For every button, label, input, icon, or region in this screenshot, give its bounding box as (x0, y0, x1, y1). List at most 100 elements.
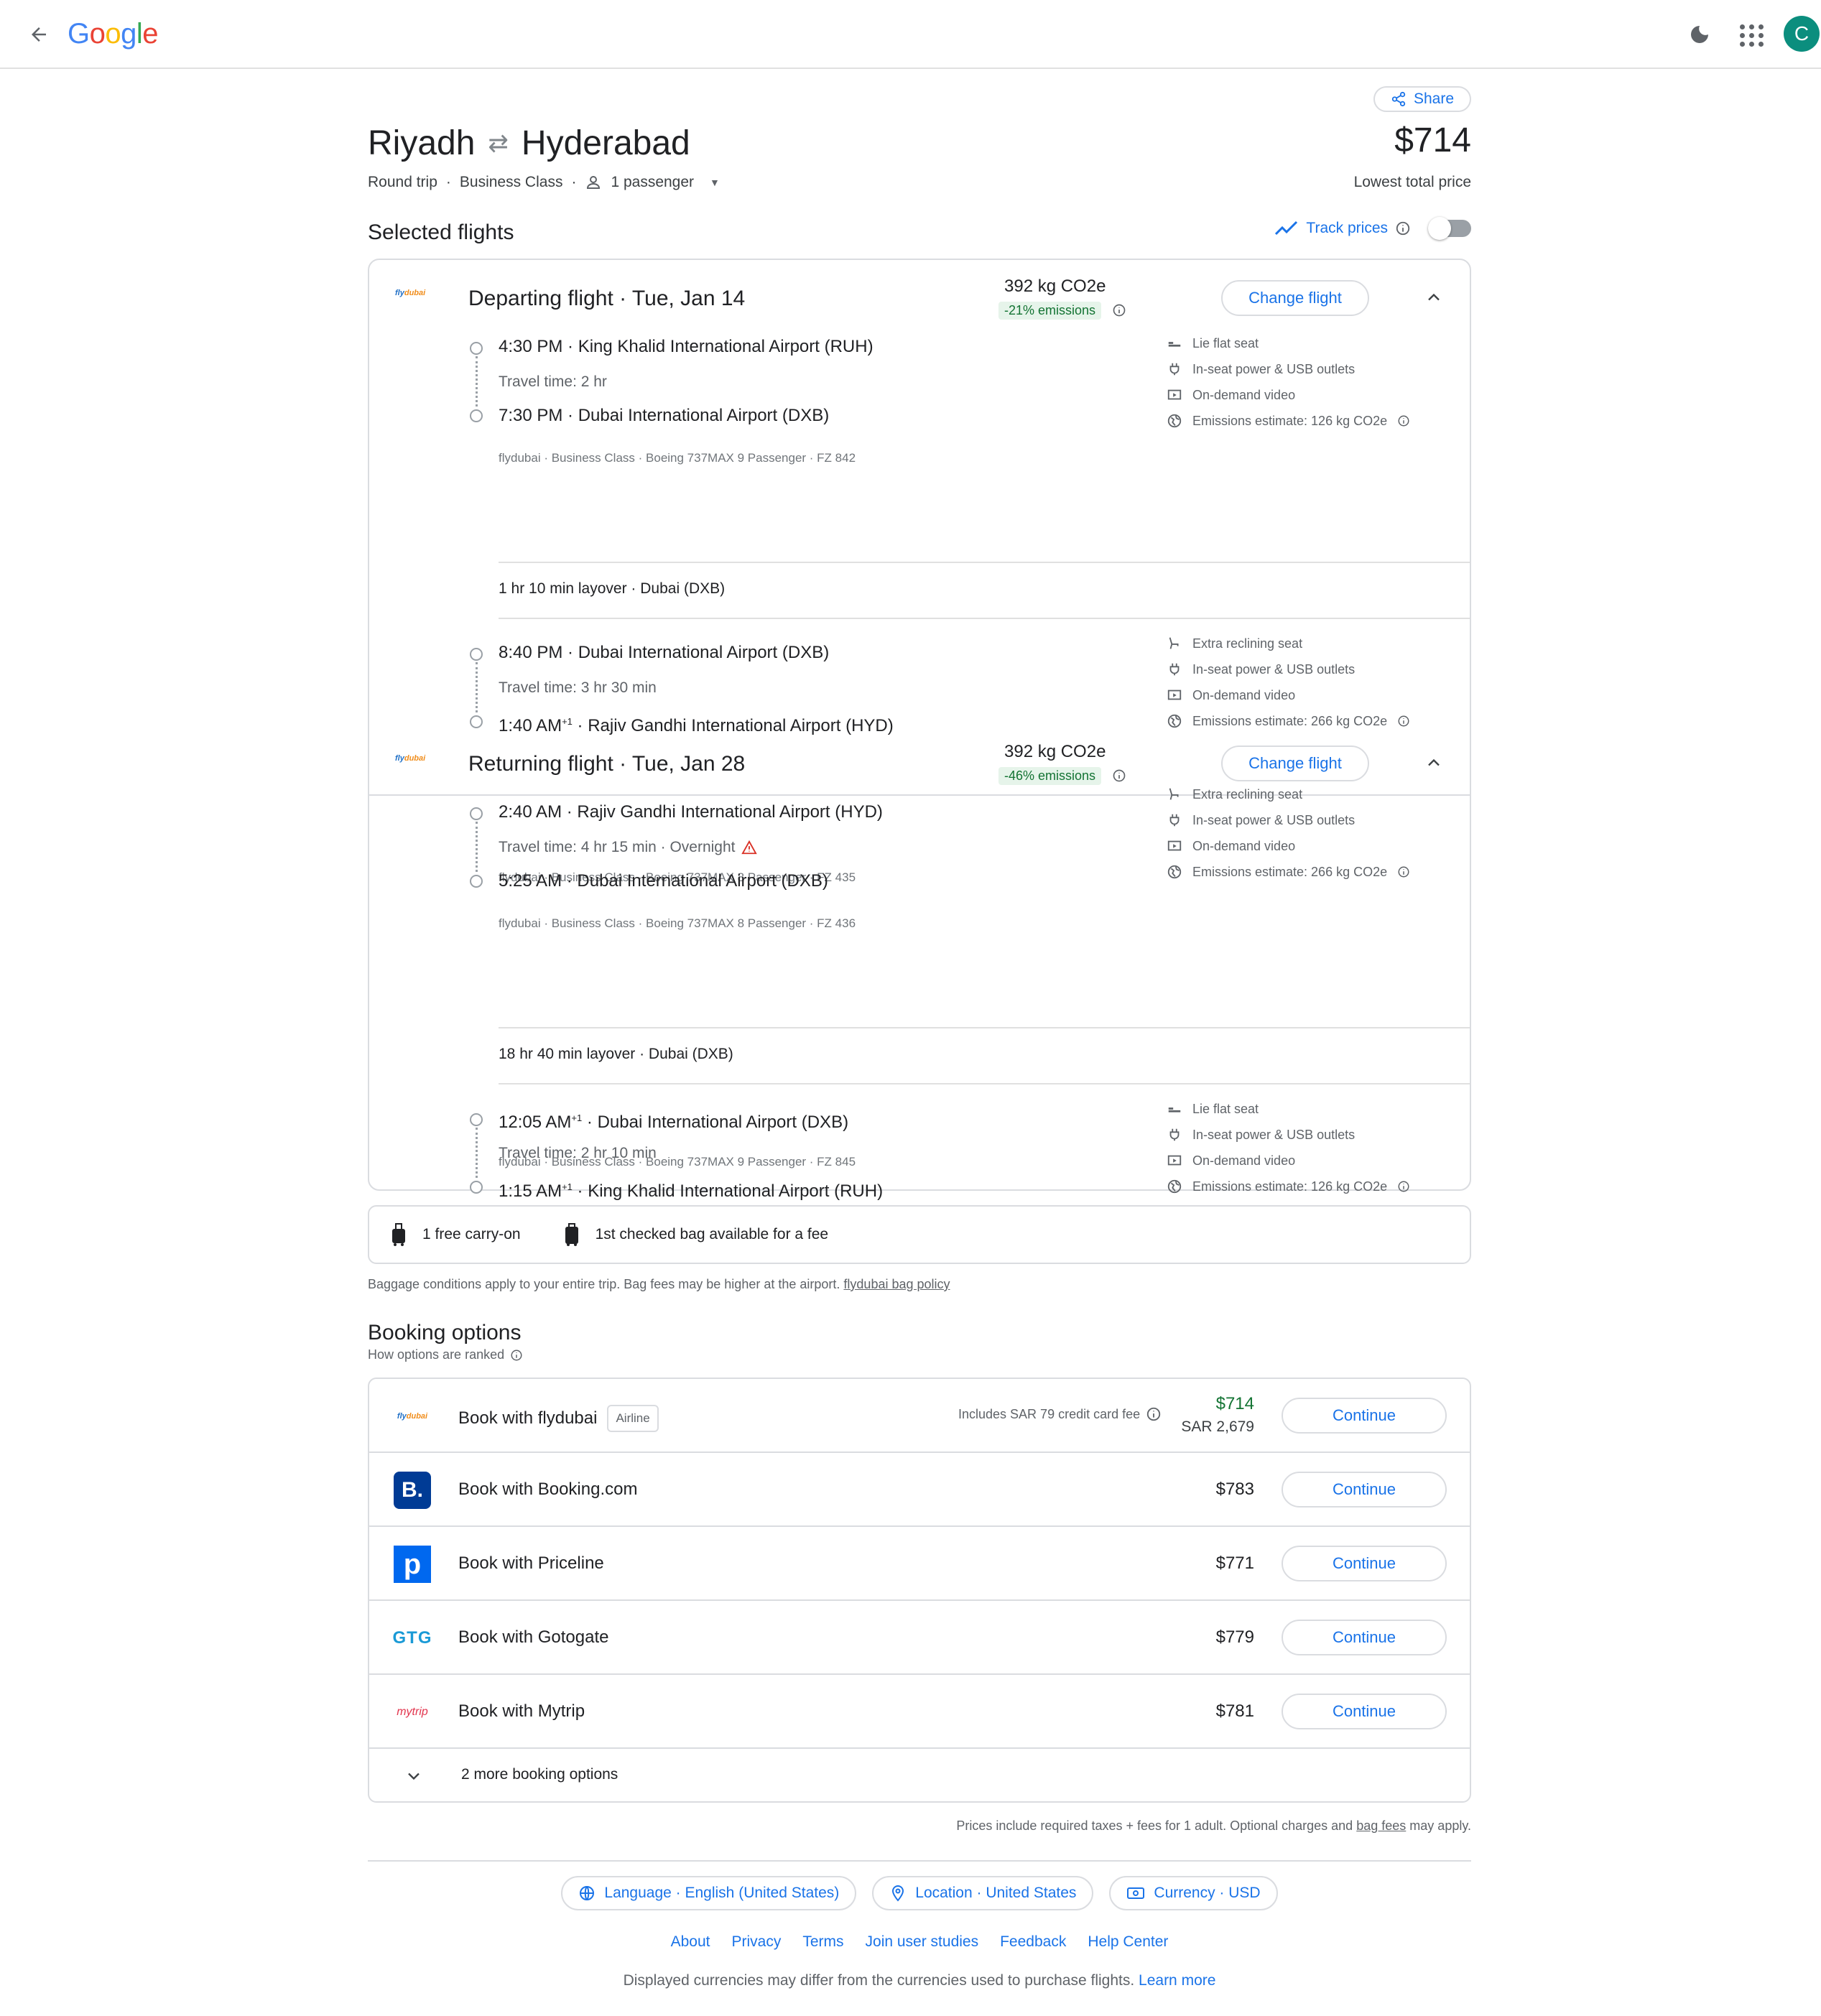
warning-icon (741, 840, 757, 855)
info-icon[interactable] (1112, 768, 1126, 783)
bag-fees-link[interactable]: bag fees (1356, 1818, 1406, 1833)
lowest-price-caption: Lowest total price (1353, 174, 1471, 190)
google-logo[interactable]: Google (68, 16, 159, 52)
change-flight-button[interactable]: Change flight (1221, 745, 1369, 781)
google-apps-grid-icon[interactable] (1737, 22, 1764, 47)
flat-seat-icon (1168, 1107, 1181, 1112)
booking-option[interactable]: mytrip Book with Mytrip $781 Continue (369, 1675, 1470, 1749)
info-icon[interactable] (1146, 1406, 1162, 1422)
returning-flight-header: flydubai Returning flight · Tue, Jan 28 … (369, 725, 1470, 785)
info-icon (511, 1350, 522, 1360)
video-screen-icon (1167, 1155, 1182, 1166)
footer-link-privacy[interactable]: Privacy (731, 1933, 781, 1951)
continue-button[interactable]: Continue (1282, 1546, 1447, 1581)
bag-policy-link[interactable]: flydubai bag policy (843, 1277, 950, 1291)
share-icon (1391, 91, 1406, 107)
booking-price: $771 (1215, 1553, 1254, 1573)
footer-link-about[interactable]: About (671, 1933, 710, 1951)
selected-flights-card: flydubai Departing flight · Tue, Jan 14 … (368, 259, 1471, 1201)
booking-options-heading: Booking options (368, 1321, 522, 1344)
info-icon[interactable] (1397, 414, 1410, 427)
change-flight-button[interactable]: Change flight (1221, 280, 1369, 316)
co2-total: 392 kg CO2e (1004, 742, 1106, 761)
origin-city: Riyadh (368, 124, 476, 162)
amenity: On-demand video (1167, 833, 1454, 859)
destination-city: Hyderabad (521, 124, 690, 162)
reclining-seat-icon (1169, 637, 1179, 649)
amenity: In-seat power & USB outlets (1167, 807, 1454, 833)
leg-title: Returning flight · Tue, Jan 28 (468, 752, 746, 776)
timeline-dot (470, 875, 483, 888)
baggage-note: Baggage conditions apply to your entire … (368, 1277, 950, 1291)
continue-button[interactable]: Continue (1282, 1398, 1447, 1434)
booking-option[interactable]: p Book with Priceline $771 Continue (369, 1527, 1470, 1601)
amenity: Emissions estimate: 126 kg CO2e (1167, 1174, 1454, 1199)
track-prices-label: Track prices (1306, 220, 1388, 236)
continue-button[interactable]: Continue (1282, 1694, 1447, 1729)
info-icon[interactable] (1395, 220, 1411, 236)
power-plug-icon (1169, 663, 1180, 676)
timeline-dot (470, 1181, 483, 1194)
flat-seat-icon (1168, 342, 1181, 347)
amenity: Emissions estimate: 126 kg CO2e (1167, 408, 1454, 434)
gotogate-logo: GTG (392, 1628, 432, 1648)
power-plug-icon (1169, 1128, 1180, 1141)
trending-up-icon (1275, 220, 1298, 236)
chevron-up-icon[interactable] (1424, 753, 1444, 773)
booking-price: $781 (1215, 1701, 1254, 1721)
amenity: In-seat power & USB outlets (1167, 356, 1454, 382)
booking-provider: Book with Mytrip (458, 1701, 585, 1721)
footer-link-terms[interactable]: Terms (802, 1933, 843, 1951)
location-chip[interactable]: Location · United States (872, 1876, 1094, 1910)
departure: 12:05 AM+1 · Dubai International Airport… (499, 1112, 849, 1132)
timeline-dot (470, 409, 483, 422)
info-icon[interactable] (1397, 1180, 1410, 1193)
share-label: Share (1413, 90, 1455, 107)
globe-icon (580, 1886, 595, 1900)
travel-time: Travel time: 3 hr 30 min (499, 679, 657, 696)
track-prices[interactable]: Track prices (1274, 217, 1471, 240)
learn-more-link[interactable]: Learn more (1139, 1972, 1215, 1989)
continue-button[interactable]: Continue (1282, 1620, 1447, 1655)
checked-bag-icon (565, 1223, 578, 1246)
chevron-up-icon[interactable] (1424, 287, 1444, 307)
account-avatar[interactable]: C (1784, 16, 1820, 52)
currency-chip[interactable]: Currency · USD (1109, 1876, 1278, 1910)
more-booking-options[interactable]: 2 more booking options (369, 1749, 1470, 1801)
passenger-selector[interactable]: 1 passenger ▼ (585, 174, 720, 191)
share-button[interactable]: Share (1373, 86, 1471, 112)
trip-summary: Round trip · Business Class · 1 passenge… (368, 174, 720, 191)
language-chip[interactable]: Language · English (United States) (561, 1876, 857, 1910)
amenity: Extra reclining seat (1167, 781, 1454, 807)
priceline-logo: p (394, 1546, 431, 1583)
amenity: In-seat power & USB outlets (1167, 656, 1454, 682)
footer-link-feedback[interactable]: Feedback (1000, 1933, 1066, 1951)
amenities-list: Lie flat seat In-seat power & USB outlet… (1167, 1096, 1454, 1199)
continue-button[interactable]: Continue (1282, 1472, 1447, 1508)
track-prices-toggle[interactable] (1428, 217, 1471, 240)
dark-mode-moon-icon[interactable] (1687, 22, 1713, 47)
footer-link-help-center[interactable]: Help Center (1088, 1933, 1168, 1951)
booking-option[interactable]: B. Book with Booking.com $783 Continue (369, 1453, 1470, 1527)
timeline-dot (470, 648, 483, 661)
mytrip-logo: mytrip (397, 1706, 428, 1718)
flight-segment: 4:30 PM · King Khalid International Airp… (369, 317, 1470, 504)
booking-option[interactable]: flydubai Book with flydubai Airline Incl… (369, 1379, 1470, 1453)
departing-flight-header: flydubai Departing flight · Tue, Jan 14 … (369, 260, 1470, 320)
carry-on-bag-icon (392, 1223, 405, 1246)
info-icon[interactable] (1397, 865, 1410, 878)
location-pin-icon (892, 1885, 904, 1902)
flight-info: flydubai · Business Class · Boeing 737MA… (499, 916, 856, 930)
checked-bag-info: 1st checked bag available for a fee (564, 1223, 828, 1246)
booking-options-list: flydubai Book with flydubai Airline Incl… (368, 1378, 1471, 1803)
amenities-list: Extra reclining seat In-seat power & USB… (1167, 781, 1454, 885)
booking-option[interactable]: GTG Book with Gotogate $779 Continue (369, 1601, 1470, 1675)
info-icon[interactable] (1112, 303, 1126, 317)
footer-link-user-studies[interactable]: Join user studies (866, 1933, 979, 1951)
back-arrow-icon[interactable] (26, 22, 52, 47)
departure: 4:30 PM · King Khalid International Airp… (499, 337, 874, 356)
amenity: On-demand video (1167, 682, 1454, 708)
travel-time: Travel time: 4 hr 15 min · Overnight (499, 837, 757, 858)
ranking-info-link[interactable]: How options are ranked (368, 1347, 523, 1362)
amenity: On-demand video (1167, 1148, 1454, 1174)
